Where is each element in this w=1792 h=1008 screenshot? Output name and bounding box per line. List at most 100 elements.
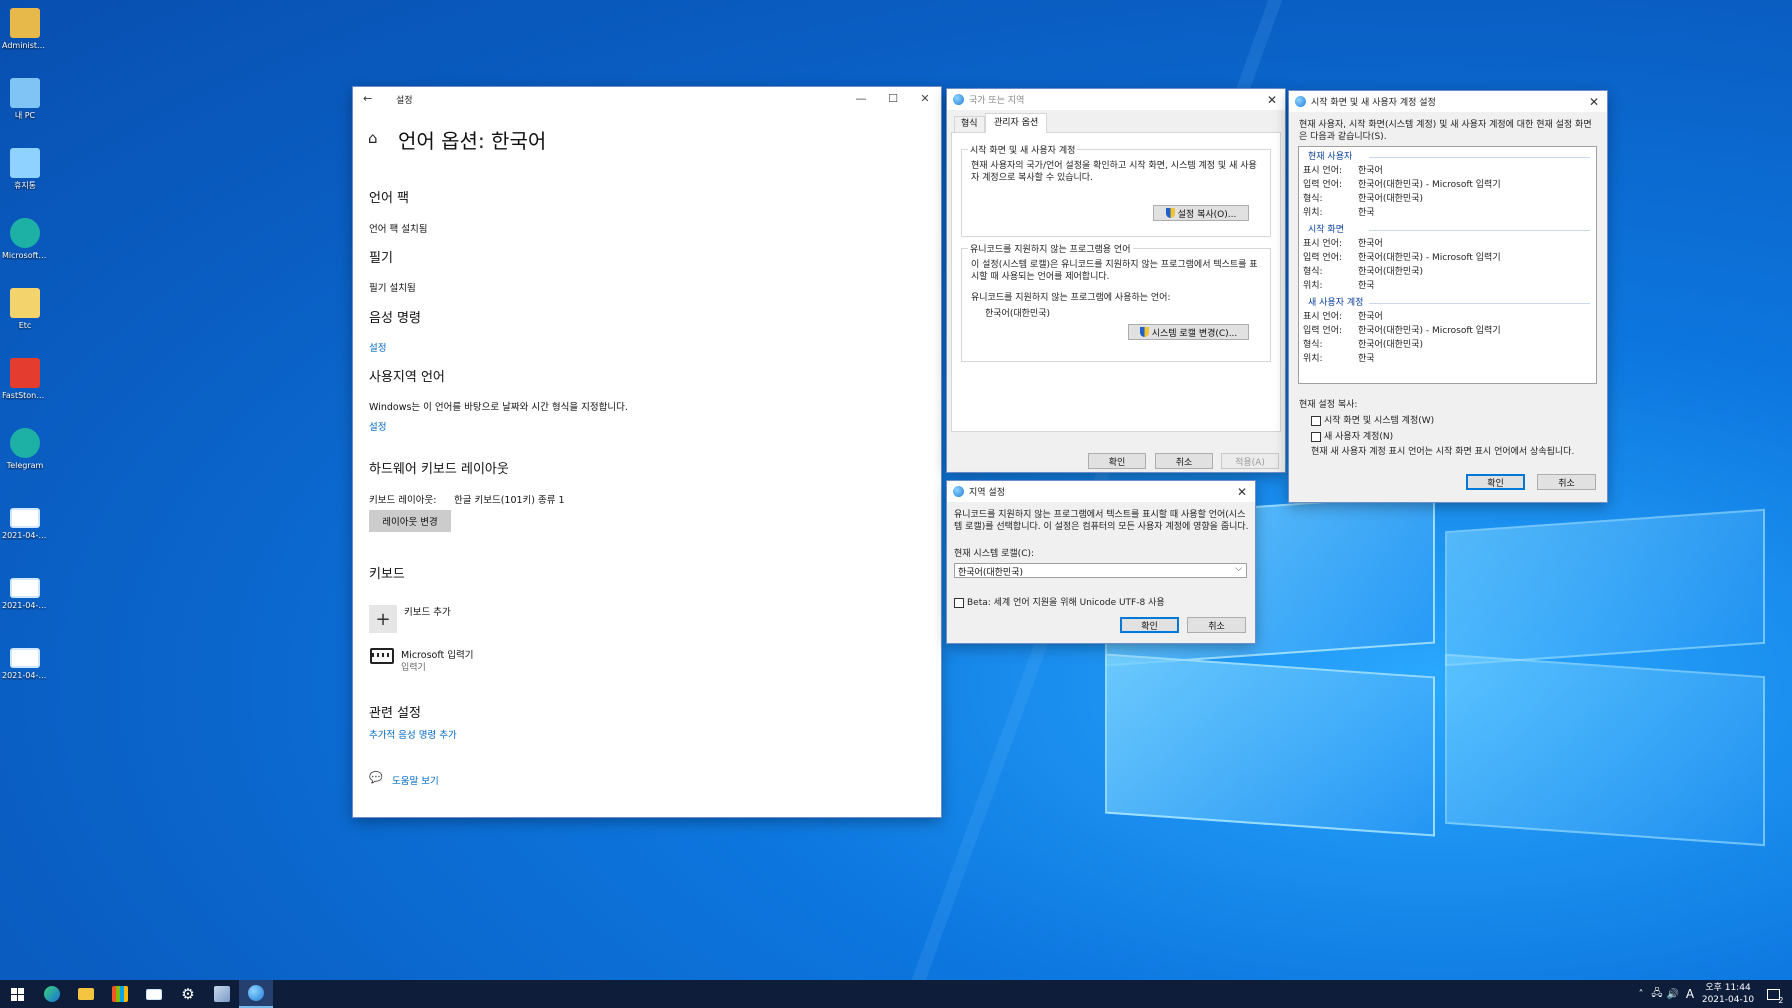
desktop-icon[interactable]: Telegram: [2, 428, 48, 470]
desktop-icon-label: 2021-04-1...: [2, 531, 48, 540]
edge-icon: [10, 428, 40, 458]
summary-label-location: 위치:: [1303, 281, 1323, 291]
welcome-cancel-button[interactable]: 취소: [1537, 474, 1596, 490]
welcome-ok-button[interactable]: 확인: [1466, 474, 1525, 490]
summary-value-format: 한국어(대한민국): [1358, 267, 1423, 277]
globe-icon: [953, 94, 964, 105]
store-icon: [112, 986, 128, 1002]
taskbar-mail[interactable]: [137, 980, 171, 1008]
locale-description: 유니코드를 지원하지 않는 프로그램에서 텍스트를 표시할 때 사용할 언어(시…: [954, 510, 1249, 532]
copy-settings-button[interactable]: 설정 복사(O)...: [1153, 205, 1249, 221]
change-system-locale-button[interactable]: 시스템 로캘 변경(C)...: [1128, 324, 1249, 340]
globe-icon: [248, 985, 264, 1001]
locale-ok-button[interactable]: 확인: [1120, 617, 1179, 633]
welcome-dialog-title-bar: 시작 화면 및 새 사용자 계정 설정 ✕: [1289, 91, 1607, 112]
keyboard-layout-label: 키보드 레이아웃:: [369, 495, 437, 506]
maximize-button[interactable]: ☐: [877, 87, 909, 109]
desktop-icon-label: 2021-04-1...: [2, 671, 48, 680]
desktop-icon[interactable]: 내 PC: [2, 78, 48, 120]
summary-section-title: 시작 화면: [1308, 225, 1344, 235]
unicode-group-desc: 이 설정(시스템 로캘)은 유니코드를 지원하지 않는 프로그램에서 텍스트를 …: [971, 260, 1258, 282]
clock[interactable]: 오후 11:44 2021-04-10: [1700, 980, 1756, 1008]
screenshot-file-icon: [10, 508, 40, 528]
desktop-icon-label: 휴지통: [13, 181, 37, 190]
summary-section-title: 현재 사용자: [1308, 152, 1353, 162]
taskbar: ⚙ ˄ 🖧 🔊 A 오후 11:44 2021-04-10 2: [0, 980, 1792, 1008]
summary-value-location: 한국: [1358, 281, 1375, 291]
copy-new-user-checkbox[interactable]: [1311, 432, 1321, 442]
summary-section-title: 새 사용자 계정: [1308, 298, 1364, 308]
ime-indicator[interactable]: A: [1682, 980, 1698, 1008]
copy-settings-label: 현재 설정 복사:: [1299, 400, 1358, 410]
regional-description: Windows는 이 언어를 바탕으로 날짜와 시간 형식을 지정합니다.: [369, 402, 628, 413]
summary-value-format: 한국어(대한민국): [1358, 194, 1423, 204]
show-hidden-icons[interactable]: ˄: [1634, 980, 1648, 1008]
close-icon[interactable]: ✕: [1229, 481, 1255, 502]
desktop-icon[interactable]: FastStone ...: [2, 358, 48, 400]
copy-welcome-label[interactable]: 시작 화면 및 시스템 계정(W): [1324, 415, 1434, 427]
desktop-icon[interactable]: 2021-04-1...: [2, 578, 48, 610]
region-ok-button[interactable]: 확인: [1088, 453, 1146, 469]
region-apply-button[interactable]: 적용(A): [1221, 453, 1279, 469]
desktop-icon[interactable]: Microsoft Edge: [2, 218, 48, 260]
close-icon[interactable]: ✕: [1581, 91, 1607, 112]
desktop-icon-label: FastStone ...: [2, 391, 48, 400]
keyboard-layout-value: 한글 키보드(101키) 종류 1: [454, 495, 565, 506]
taskbar-region-app[interactable]: [239, 980, 273, 1008]
summary-value-location: 한국: [1358, 208, 1375, 218]
start-button[interactable]: [0, 980, 34, 1008]
add-keyboard-label[interactable]: 키보드 추가: [404, 604, 451, 618]
layout-change-button[interactable]: 레이아웃 변경: [369, 510, 451, 532]
additional-speech-link[interactable]: 추가적 음성 명령 추가: [369, 727, 457, 741]
copy-new-user-label[interactable]: 새 사용자 계정(N): [1324, 431, 1393, 443]
regional-settings-link[interactable]: 설정: [369, 419, 386, 433]
back-arrow-icon[interactable]: ←: [363, 92, 372, 105]
uac-shield-icon: [1165, 208, 1175, 218]
add-keyboard-button[interactable]: +: [369, 605, 397, 633]
welcome-settings-dialog: 시작 화면 및 새 사용자 계정 설정 ✕ 현재 사용자, 시작 화면(시스템 …: [1289, 91, 1607, 502]
clock-date: 2021-04-10: [1701, 995, 1755, 1005]
desktop-icon[interactable]: 2021-04-1...: [2, 508, 48, 540]
action-center-button[interactable]: 2: [1760, 980, 1786, 1008]
settings-summary-panel: 현재 사용자 표시 언어: 한국어 입력 언어: 한국어(대한민국) - Microso…: [1298, 146, 1597, 384]
volume-indicator[interactable]: 🔊: [1666, 980, 1680, 1008]
minimize-button[interactable]: —: [845, 87, 877, 109]
section-divider: [1369, 157, 1590, 158]
recycle-bin-icon: [10, 148, 40, 178]
locale-cancel-button[interactable]: 취소: [1187, 617, 1246, 633]
close-icon[interactable]: ✕: [1259, 89, 1285, 110]
inheritance-note: 현재 새 사용자 계정 표시 언어는 시작 화면 표시 언어에서 상속됩니다.: [1311, 447, 1575, 457]
related-heading: 관련 설정: [369, 706, 421, 721]
folder-icon: [10, 288, 40, 318]
copy-welcome-checkbox[interactable]: [1311, 416, 1321, 426]
section-divider: [1369, 303, 1590, 304]
region-dialog-title: 국가 또는 지역: [969, 96, 1025, 106]
speech-settings-link[interactable]: 설정: [369, 340, 386, 354]
utf8-beta-label[interactable]: Beta: 세계 언어 지원을 위해 Unicode UTF-8 사용: [967, 597, 1165, 609]
desktop-icon[interactable]: Etc: [2, 288, 48, 330]
help-link[interactable]: 도움말 보기: [392, 773, 439, 787]
home-icon[interactable]: ⌂: [368, 129, 378, 147]
tab-admin-options[interactable]: 관리자 옵션: [985, 113, 1048, 133]
taskbar-control-panel[interactable]: [205, 980, 239, 1008]
ime-name[interactable]: Microsoft 입력기: [401, 647, 473, 661]
screenshot-file-icon: [10, 648, 40, 668]
welcome-group: 시작 화면 및 새 사용자 계정 현재 사용자의 국가/언어 설정을 확인하고 …: [961, 143, 1271, 237]
taskbar-file-explorer[interactable]: [69, 980, 103, 1008]
desktop-icon[interactable]: Administra...: [2, 8, 48, 50]
summary-label-input: 입력 언어:: [1303, 180, 1343, 190]
region-cancel-button[interactable]: 취소: [1155, 453, 1213, 469]
summary-value-display: 한국어: [1358, 166, 1383, 176]
system-locale-dropdown[interactable]: 한국어(대한민국) ⌵: [954, 563, 1247, 578]
desktop-icon[interactable]: 휴지통: [2, 148, 48, 190]
taskbar-edge[interactable]: [35, 980, 69, 1008]
desktop-icon[interactable]: 2021-04-1...: [2, 648, 48, 680]
network-indicator[interactable]: 🖧: [1650, 980, 1664, 1008]
summary-label-location: 위치:: [1303, 208, 1323, 218]
tab-format[interactable]: 형식: [954, 116, 985, 132]
close-button[interactable]: ✕: [909, 87, 941, 109]
utf8-beta-checkbox[interactable]: [954, 598, 964, 608]
taskbar-settings[interactable]: ⚙: [171, 980, 205, 1008]
plus-icon: +: [375, 608, 391, 630]
taskbar-store[interactable]: [103, 980, 137, 1008]
